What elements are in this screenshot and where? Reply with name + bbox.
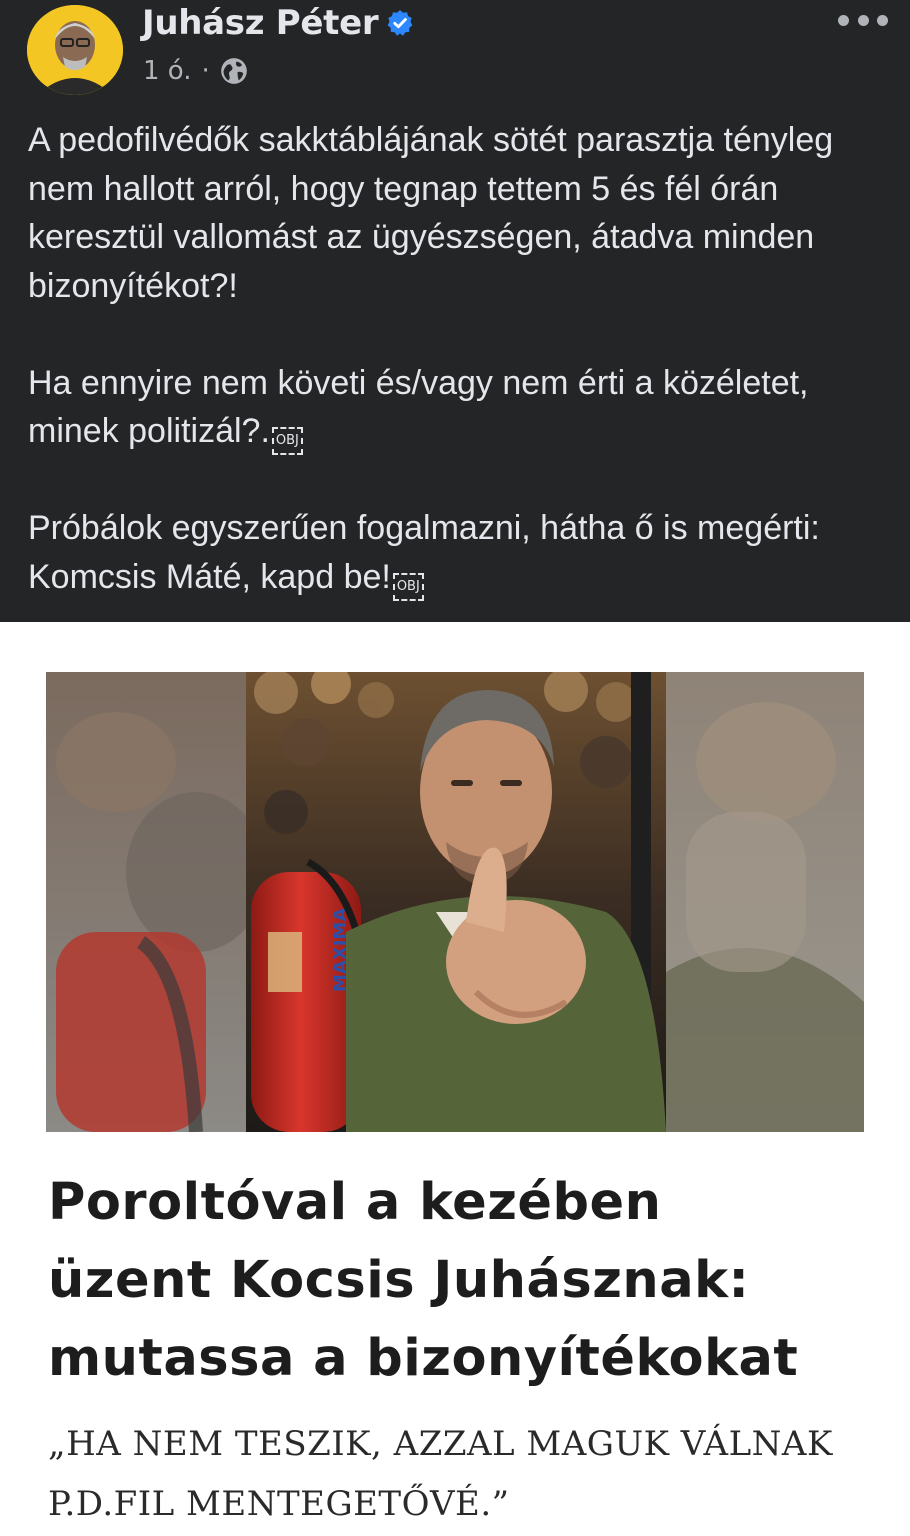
headline-line-3: mutassa a bizonyítékokat: [48, 1329, 799, 1388]
post-paragraph-1: A pedofilvédők sakktáblájának sötét para…: [28, 116, 888, 310]
article-image[interactable]: MAXIMA: [46, 672, 864, 1132]
post-meta: 1 ó. ·: [143, 56, 248, 86]
globe-icon[interactable]: [220, 57, 248, 85]
more-dot: [857, 14, 869, 26]
more-dot: [877, 14, 888, 26]
obj-placeholder-glyph: OBJ: [271, 427, 303, 455]
article-lead-quote: „HA NEM TESZIK, AZZAL MAGUK VÁLNAK P.D.F…: [48, 1414, 888, 1534]
verified-badge-icon: [387, 10, 413, 36]
author-row: Juhász Péter: [142, 3, 414, 43]
obj-placeholder-glyph: OBJ: [392, 572, 424, 601]
headline-line-2: üzent Kocsis Juhásznak:: [48, 1251, 750, 1310]
meta-separator: ·: [201, 56, 210, 86]
paragraph-text: Ha ennyire nem követi és/vagy nem érti a…: [28, 363, 809, 451]
paragraph-text: A pedofilvédők sakktáblájának sötét para…: [28, 121, 834, 305]
facebook-post: Juhász Péter 1 ó. · A pedofilvédők sakkt…: [0, 0, 910, 622]
author-name[interactable]: Juhász Péter: [142, 3, 379, 43]
author-avatar[interactable]: [27, 5, 123, 95]
post-timestamp[interactable]: 1 ó.: [143, 56, 192, 86]
more-dot: [838, 14, 849, 26]
quote-line-1: „HA NEM TESZIK, AZZAL MAGUK VÁLNAK: [48, 1424, 833, 1464]
post-paragraph-3: Próbálok egyszerűen fogalmazni, hátha ő …: [28, 504, 888, 601]
more-options-icon[interactable]: [838, 8, 888, 32]
post-body: A pedofilvédők sakktáblájának sötét para…: [28, 116, 888, 601]
article-headline[interactable]: Poroltóval a kezében üzent Kocsis Juhász…: [48, 1164, 878, 1398]
quote-line-2: P.D.FIL MENTEGETŐVÉ.”: [48, 1484, 510, 1524]
paragraph-text: Próbálok egyszerűen fogalmazni, hátha ő …: [28, 509, 820, 596]
article-photo: MAXIMA: [46, 672, 864, 1132]
post-paragraph-2: Ha ennyire nem követi és/vagy nem érti a…: [28, 359, 888, 456]
avatar-portrait: [27, 5, 123, 95]
headline-line-1: Poroltóval a kezében: [48, 1173, 662, 1232]
